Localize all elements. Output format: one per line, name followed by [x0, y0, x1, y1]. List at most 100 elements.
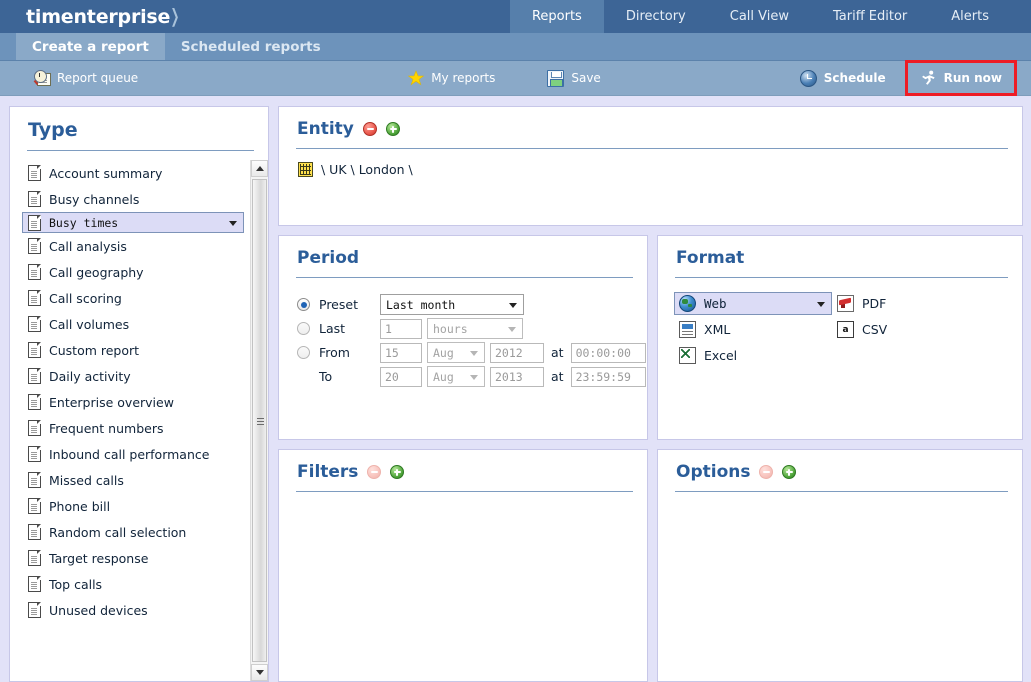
list-item[interactable]: Custom report — [22, 337, 244, 363]
options-remove-button[interactable] — [759, 465, 773, 479]
list-item-label: Random call selection — [49, 525, 186, 540]
star-icon — [408, 70, 424, 86]
nav-tab-directory[interactable]: Directory — [604, 0, 708, 33]
format-option-excel[interactable]: Excel — [674, 344, 832, 367]
entity-remove-button[interactable] — [363, 122, 377, 136]
entity-item[interactable]: \ UK \ London \ — [279, 149, 1022, 177]
list-item[interactable]: Call scoring — [22, 285, 244, 311]
period-from-day-input[interactable]: 15 — [380, 343, 422, 363]
list-item[interactable]: Phone bill — [22, 493, 244, 519]
list-item[interactable]: Random call selection — [22, 519, 244, 545]
action-toolbar: Report queue My reports Save Schedule Ru… — [0, 61, 1031, 96]
period-to-time-input[interactable]: 23:59:59 — [571, 367, 646, 387]
schedule-label: Schedule — [824, 71, 886, 85]
format-option-label: CSV — [862, 322, 887, 337]
list-item[interactable]: Busy channels — [22, 186, 244, 212]
primary-navigation: Reports Directory Call View Tariff Edito… — [510, 0, 1031, 33]
subtab-create-a-report[interactable]: Create a report — [16, 33, 165, 60]
my-reports-button[interactable]: My reports — [396, 61, 507, 95]
period-format-row: Period Preset Last month Last 1 hours — [278, 235, 1023, 440]
list-item-selected[interactable]: Busy times — [22, 212, 244, 233]
save-button[interactable]: Save — [535, 61, 612, 95]
period-last-count-input[interactable]: 1 — [380, 319, 422, 339]
document-icon — [28, 368, 41, 384]
nav-tab-call-view[interactable]: Call View — [708, 0, 811, 33]
filters-options-row: Filters Options — [278, 449, 1023, 682]
format-option-label: XML — [704, 322, 730, 337]
period-to-month-select[interactable]: Aug — [427, 366, 485, 387]
list-item[interactable]: Account summary — [22, 160, 244, 186]
period-to-at-label: at — [551, 369, 564, 384]
period-to-day-input[interactable]: 20 — [380, 367, 422, 387]
period-from-at-label: at — [551, 345, 564, 360]
right-column: Entity \ UK \ London \ Period — [278, 106, 1023, 682]
format-column-right: PDF a CSV — [832, 292, 896, 370]
format-option-label: Excel — [704, 348, 737, 363]
list-item-label: Phone bill — [49, 499, 110, 514]
my-reports-label: My reports — [431, 71, 495, 85]
list-item-label: Busy times — [49, 216, 118, 230]
options-add-button[interactable] — [782, 465, 796, 479]
document-icon — [28, 524, 41, 540]
options-panel-divider — [675, 491, 1008, 492]
period-from-year-input[interactable]: 2012 — [490, 343, 544, 363]
save-label: Save — [571, 71, 600, 85]
list-item[interactable]: Call volumes — [22, 311, 244, 337]
filters-remove-button[interactable] — [367, 465, 381, 479]
format-option-web[interactable]: Web — [674, 292, 832, 315]
period-last-unit-select[interactable]: hours — [427, 318, 523, 339]
list-item-label: Top calls — [49, 577, 102, 592]
format-option-pdf[interactable]: PDF — [832, 292, 896, 315]
list-item-label: Target response — [49, 551, 148, 566]
list-item-label: Account summary — [49, 166, 162, 181]
period-panel: Period Preset Last month Last 1 hours — [278, 235, 648, 440]
format-option-csv[interactable]: a CSV — [832, 318, 896, 341]
list-item[interactable]: Unused devices — [22, 597, 244, 623]
filters-add-button[interactable] — [390, 465, 404, 479]
nav-tab-tariff-editor[interactable]: Tariff Editor — [811, 0, 929, 33]
list-item[interactable]: Inbound call performance — [22, 441, 244, 467]
nav-tab-alerts[interactable]: Alerts — [929, 0, 1011, 33]
nav-tab-reports[interactable]: Reports — [510, 0, 604, 33]
list-item[interactable]: Target response — [22, 545, 244, 571]
format-option-xml[interactable]: XML — [674, 318, 832, 341]
period-preset-radio[interactable] — [297, 298, 310, 311]
subtab-scheduled-reports[interactable]: Scheduled reports — [165, 33, 337, 60]
format-option-label: PDF — [862, 296, 886, 311]
list-item[interactable]: Top calls — [22, 571, 244, 597]
scrollbar-track[interactable] — [251, 177, 268, 664]
entity-add-button[interactable] — [386, 122, 400, 136]
list-item[interactable]: Missed calls — [22, 467, 244, 493]
list-item[interactable]: Call analysis — [22, 233, 244, 259]
document-icon — [28, 191, 41, 207]
scroll-down-button[interactable] — [251, 664, 268, 681]
document-icon — [28, 264, 41, 280]
csv-document-icon: a — [837, 321, 854, 338]
list-item[interactable]: Frequent numbers — [22, 415, 244, 441]
document-icon — [28, 342, 41, 358]
period-to-year-input[interactable]: 2013 — [490, 367, 544, 387]
document-icon — [28, 215, 41, 231]
period-from-month-select[interactable]: Aug — [427, 342, 485, 363]
list-item[interactable]: Call geography — [22, 259, 244, 285]
schedule-button[interactable]: Schedule — [788, 61, 898, 95]
document-icon — [28, 472, 41, 488]
run-now-button[interactable]: Run now — [908, 63, 1014, 93]
report-queue-button[interactable]: Report queue — [22, 61, 150, 95]
period-preset-select[interactable]: Last month — [380, 294, 524, 315]
type-list-scrollbar[interactable] — [250, 160, 268, 681]
document-icon — [28, 550, 41, 566]
document-icon — [28, 446, 41, 462]
period-from-radio[interactable] — [297, 346, 310, 359]
list-item[interactable]: Daily activity — [22, 363, 244, 389]
scrollbar-thumb[interactable] — [252, 179, 267, 662]
list-item[interactable]: Enterprise overview — [22, 389, 244, 415]
list-item-label: Call scoring — [49, 291, 122, 306]
period-from-time-input[interactable]: 00:00:00 — [571, 343, 646, 363]
period-preset-row: Preset Last month — [297, 293, 647, 316]
period-last-radio[interactable] — [297, 322, 310, 335]
save-floppy-icon — [547, 70, 564, 87]
scroll-up-button[interactable] — [251, 160, 268, 177]
period-preset-label: Preset — [319, 297, 380, 312]
period-to-label: To — [319, 369, 380, 384]
